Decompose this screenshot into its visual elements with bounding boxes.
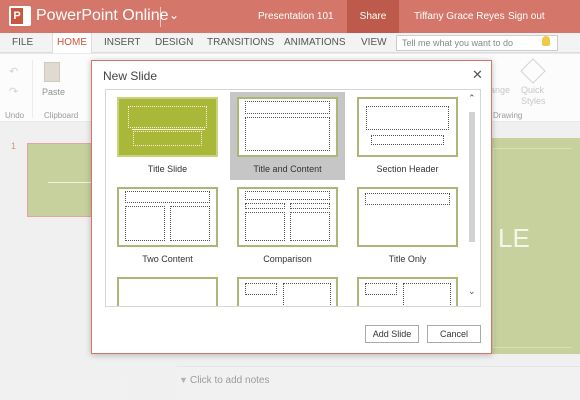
tab-animations[interactable]: ANIMATIONS xyxy=(280,33,349,53)
chevron-down-icon[interactable]: ⌄ xyxy=(169,8,179,22)
add-slide-button[interactable]: Add Slide xyxy=(365,325,419,343)
title-separator xyxy=(160,7,161,27)
layout-caption: Title Only xyxy=(388,254,427,264)
layout-preview xyxy=(237,187,338,247)
picture-placeholder xyxy=(403,283,451,306)
tab-design[interactable]: DESIGN xyxy=(151,33,197,53)
lightbulb-icon[interactable] xyxy=(542,36,550,46)
left-content-placeholder xyxy=(125,206,165,241)
scrollbar-thumb[interactable] xyxy=(469,112,475,242)
layout-title-only[interactable]: Title Only xyxy=(350,182,465,270)
document-name[interactable]: Presentation 101 xyxy=(258,11,334,22)
title-placeholder xyxy=(128,106,207,128)
title-placeholder xyxy=(365,283,397,295)
left-heading-placeholder xyxy=(245,203,285,209)
title-placeholder xyxy=(245,283,277,295)
layout-comparison[interactable]: Comparison xyxy=(230,182,345,270)
left-content-placeholder xyxy=(245,212,285,241)
layout-caption: Title and Content xyxy=(253,164,322,174)
layout-preview xyxy=(357,187,458,247)
layout-blank[interactable] xyxy=(110,272,225,306)
dialog-title: New Slide xyxy=(103,69,158,83)
title-placeholder xyxy=(366,106,449,130)
content-placeholder xyxy=(245,117,330,151)
layout-section-header[interactable]: Section Header xyxy=(350,92,465,180)
cancel-button[interactable]: Cancel xyxy=(427,325,481,343)
layout-title-slide[interactable]: Title Slide xyxy=(110,92,225,180)
app-name[interactable]: PowerPoint Online xyxy=(36,7,169,25)
layout-preview xyxy=(357,277,458,306)
layout-gallery: Title Slide Title and Content Section He… xyxy=(105,89,481,307)
subtitle-placeholder xyxy=(133,131,202,146)
layout-preview xyxy=(117,277,218,306)
ribbon-tabs: FILE HOME INSERT DESIGN TRANSITIONS ANIM… xyxy=(0,33,580,53)
chevron-down-icon[interactable]: ⌄ xyxy=(468,286,476,297)
tab-insert[interactable]: INSERT xyxy=(100,33,145,53)
powerpoint-logo-icon[interactable]: P xyxy=(9,6,31,26)
new-slide-dialog: New Slide ✕ Title Slide Title and Conten… xyxy=(91,60,492,354)
right-content-placeholder xyxy=(290,212,330,241)
content-placeholder xyxy=(283,283,331,306)
layout-caption: Title Slide xyxy=(147,164,188,174)
layout-preview xyxy=(357,97,458,157)
title-divider xyxy=(132,129,205,130)
title-bar: P PowerPoint Online ⌄ Presentation 101 S… xyxy=(0,0,580,33)
layout-two-content[interactable]: Two Content xyxy=(110,182,225,270)
right-heading-placeholder xyxy=(290,203,330,209)
sign-out-link[interactable]: Sign out xyxy=(508,11,545,22)
tab-transitions[interactable]: TRANSITIONS xyxy=(203,33,278,53)
layout-caption: Section Header xyxy=(376,164,439,174)
layout-picture-with-caption[interactable] xyxy=(350,272,465,306)
title-placeholder xyxy=(125,191,210,203)
title-placeholder xyxy=(245,191,330,200)
layout-preview xyxy=(237,277,338,306)
layout-content-with-caption[interactable] xyxy=(230,272,345,306)
layout-preview xyxy=(117,187,218,247)
layout-preview xyxy=(237,97,338,157)
chevron-up-icon[interactable]: ⌃ xyxy=(468,93,476,104)
tell-me-input[interactable]: Tell me what you want to do xyxy=(396,35,558,51)
tab-home[interactable]: HOME xyxy=(52,33,92,53)
layout-caption: Comparison xyxy=(263,254,312,264)
title-placeholder xyxy=(245,101,330,114)
tab-view[interactable]: VIEW xyxy=(357,33,391,53)
right-content-placeholder xyxy=(170,206,210,241)
layout-title-and-content[interactable]: Title and Content xyxy=(230,92,345,180)
close-icon[interactable]: ✕ xyxy=(472,67,483,83)
user-name[interactable]: Tiffany Grace Reyes xyxy=(414,11,505,22)
share-button[interactable]: Share xyxy=(347,0,399,33)
title-placeholder xyxy=(365,193,450,205)
tab-file[interactable]: FILE xyxy=(8,33,37,53)
text-placeholder xyxy=(371,135,444,145)
layout-preview xyxy=(117,97,218,157)
layout-caption: Two Content xyxy=(142,254,193,264)
gallery-scrollbar[interactable]: ⌃ ⌄ xyxy=(464,90,480,306)
